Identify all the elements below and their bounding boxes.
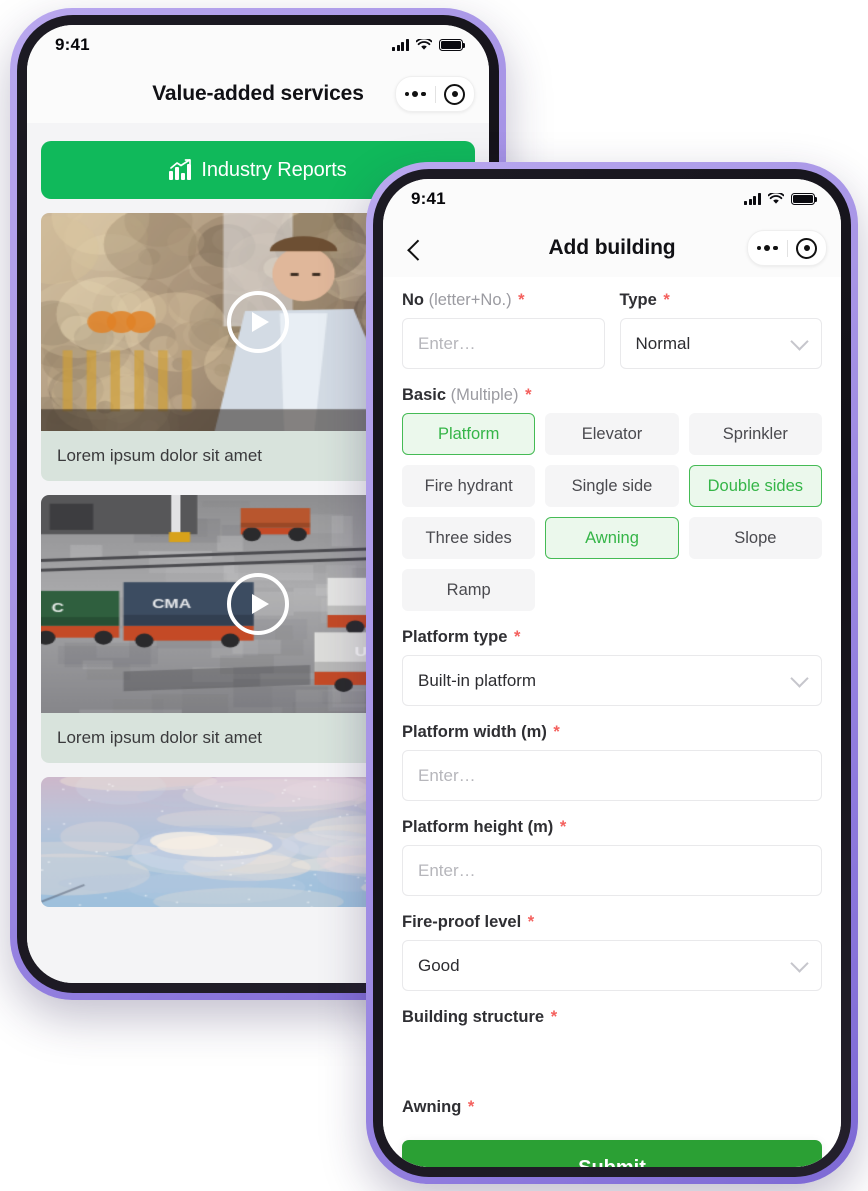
cellular-signal-icon [392,39,409,51]
basic-chip[interactable]: Sprinkler [688,413,822,455]
target-circle-icon[interactable] [788,237,827,259]
platform-type-value: Built-in platform [418,670,537,690]
status-bar-front: 9:41 [383,179,841,219]
play-icon[interactable] [227,291,289,353]
required-marker: * [525,386,532,404]
play-icon[interactable] [227,573,289,635]
basic-chip[interactable]: Platform [402,413,536,455]
type-select[interactable]: Normal [619,318,822,369]
battery-icon [791,193,818,205]
nav-bar-front: Add building [383,219,841,277]
battery-icon [439,39,466,51]
target-circle-icon[interactable] [436,83,475,105]
field-no: No (letter+No.) * Enter… [402,291,605,369]
wifi-icon [768,193,784,204]
no-input[interactable]: Enter… [402,318,605,369]
status-icons [744,193,818,205]
status-bar-back: 9:41 [27,25,489,65]
field-label-awning: Awning * [402,1098,822,1117]
wechat-capsule-back[interactable] [395,76,475,112]
field-label-basic: Basic (Multiple) * [402,386,822,405]
industry-reports-label: Industry Reports [201,158,347,181]
basic-chip[interactable]: Elevator [545,413,679,455]
submit-button[interactable]: Submit [402,1140,822,1167]
more-dots-icon[interactable] [396,91,435,97]
cellular-signal-icon [744,193,761,205]
phone-front-device: 9:41 Add building No (letter+No.) * Ente… [366,162,858,1184]
label-text: Basic [402,386,447,404]
label-text: Platform type [402,628,508,646]
add-building-form-body: No (letter+No.) * Enter… Type * Normal B… [383,277,841,1167]
status-icons [392,39,466,51]
label-text: Awning [402,1098,462,1116]
field-label-fireproof: Fire-proof level * [402,913,822,932]
field-type: Type * Normal [619,291,823,369]
field-label-no: No (letter+No.) * [402,291,605,310]
field-label-type: Type * [620,291,823,310]
status-time: 9:41 [411,189,446,208]
bar-chart-trend-icon [169,159,192,180]
label-text: Building structure [402,1008,545,1026]
basic-chip[interactable]: Three sides [402,517,536,559]
wechat-capsule-front[interactable] [747,230,827,266]
chevron-down-icon [790,331,809,351]
label-sub: (letter+No.) [428,291,512,309]
fireproof-level-select[interactable]: Good [402,940,822,991]
required-marker: * [514,628,521,646]
more-dots-icon[interactable] [748,245,787,251]
status-time: 9:41 [55,35,90,54]
building-structure-placeholder [402,1035,822,1098]
required-marker: * [467,1098,475,1116]
required-marker: * [518,291,525,309]
basic-chip[interactable]: Slope [688,517,822,559]
nav-bar-back: Value-added services [27,65,489,123]
label-text: Platform height (m) [402,818,554,836]
field-label-building-structure: Building structure * [402,1008,822,1027]
chevron-down-icon [790,668,809,688]
form-row-no-type: No (letter+No.) * Enter… Type * Normal [402,291,822,369]
platform-type-select[interactable]: Built-in platform [402,655,822,706]
wifi-icon [416,39,432,50]
required-marker: * [559,818,567,836]
basic-chip[interactable]: Double sides [688,465,822,507]
add-building-form: No (letter+No.) * Enter… Type * Normal B… [383,277,841,1117]
basic-chip[interactable]: Single side [545,465,679,507]
label-text: Platform width (m) [402,723,547,741]
field-label-platform-width: Platform width (m) * [402,723,822,742]
required-marker: * [550,1008,558,1026]
label-sub: (Multiple) [450,386,519,404]
required-marker: * [527,913,535,931]
label-text: Type [619,291,657,309]
platform-width-input[interactable]: Enter… [402,750,822,801]
chevron-down-icon [790,953,809,973]
basic-chip[interactable]: Ramp [402,569,536,611]
basic-chip-group: Platform Elevator Sprinkler Fire hydrant Sin… [402,413,822,611]
mockup-stage: 9:41 Value-added services Industry Repor… [0,0,868,1191]
label-text: Fire-proof level [402,913,522,931]
platform-height-input[interactable]: Enter… [402,845,822,896]
fireproof-value: Good [418,955,460,975]
phone-front-screen: 9:41 Add building No (letter+No.) * Ente… [383,179,841,1167]
type-value: Normal [635,333,691,353]
basic-chip[interactable]: Fire hydrant [402,465,536,507]
required-marker: * [553,723,560,741]
field-label-platform-type: Platform type * [402,628,822,647]
field-label-platform-height: Platform height (m) * [402,818,822,837]
basic-chip[interactable]: Awning [545,517,679,559]
label-text: No [402,291,424,309]
required-marker: * [663,291,670,309]
